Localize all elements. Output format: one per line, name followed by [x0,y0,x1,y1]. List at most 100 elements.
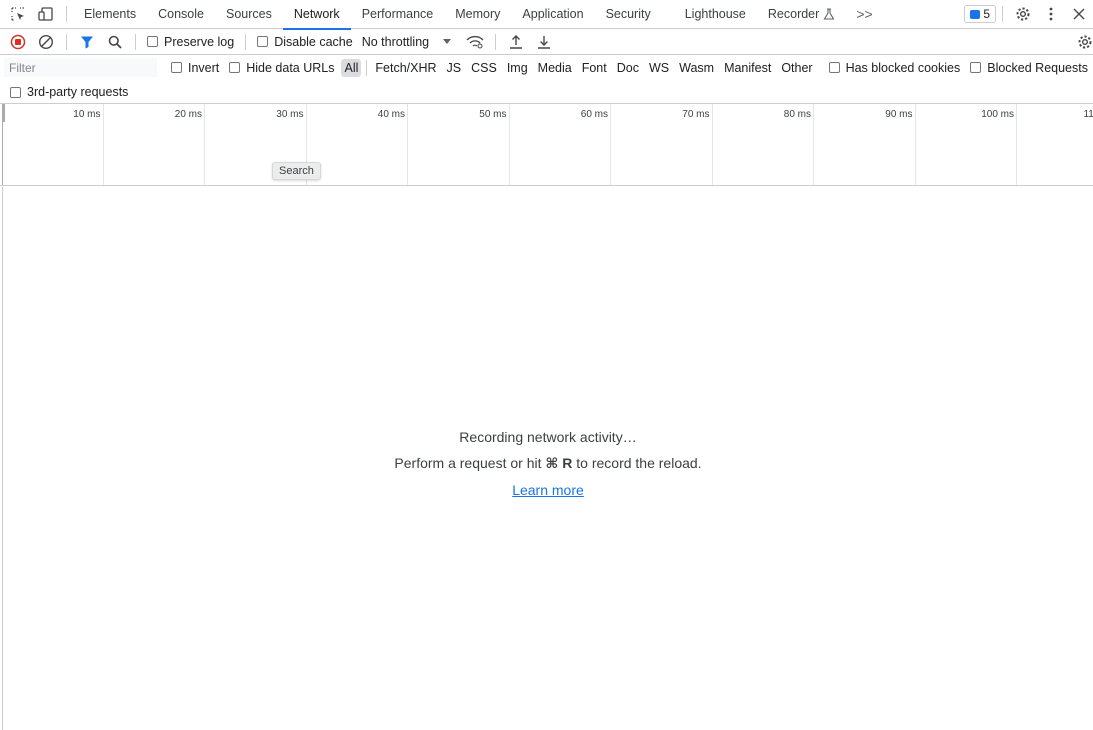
throttling-value: No throttling [361,34,430,49]
type-filter-wasm[interactable]: Wasm [676,59,717,77]
separator [1002,6,1003,22]
tick-label: 90 ms [885,109,913,120]
recording-message: Recording network activity… [459,429,637,445]
export-har-icon[interactable] [530,29,558,55]
tab-network[interactable]: Network [282,0,351,30]
network-toolbar: Preserve log Disable cache No throttling [0,29,1093,55]
search-icon[interactable] [101,29,129,55]
disable-cache-checkbox[interactable]: Disable cache [252,35,358,49]
checkbox-box[interactable] [170,62,182,73]
separator [245,33,247,50]
tab-label: Network [293,7,340,21]
timeline-tick: 70 ms [611,104,713,185]
tab-label: Console [158,7,204,21]
filter-placeholder: Filter [9,60,36,75]
type-filter-manifest[interactable]: Manifest [721,59,774,77]
device-toolbar-icon[interactable] [32,0,60,28]
has-blocked-cookies-checkbox[interactable]: Has blocked cookies [824,61,966,75]
experimental-flask-icon [823,8,835,20]
network-settings-gear-icon[interactable] [1071,29,1093,55]
blocked-requests-checkbox[interactable]: Blocked Requests [965,61,1093,75]
separator [66,33,67,50]
third-party-requests-checkbox[interactable]: 3rd-party requests [5,85,133,99]
checkbox-box[interactable] [147,36,158,47]
network-overview-timeline[interactable]: 10 ms 20 ms 30 ms 40 ms 50 ms 60 ms 70 ms 80 ms… [0,104,1093,186]
issues-icon [970,9,981,19]
timeline-tick: 60 ms [510,104,611,185]
type-filter-all[interactable]: All [341,58,362,77]
hide-data-urls-label: Hide data URLs [246,60,335,75]
tick-label: 80 ms [783,109,811,120]
checkbox-box[interactable] [828,62,840,73]
tick-label: 30 ms [276,109,304,120]
tab-performance[interactable]: Performance [351,0,445,29]
checkbox-box[interactable] [970,62,982,73]
tab-label: Memory [455,7,501,21]
reload-hint: Perform a request or hit ⌘ R to record t… [3,455,1093,472]
tick-label: 110 ms [1083,109,1093,120]
tab-security[interactable]: Security [595,0,662,29]
tick-label: 40 ms [377,109,405,120]
checkbox-box[interactable] [257,36,269,47]
preserve-log-label: Preserve log [164,34,235,49]
filter-bar: Filter Invert Hide data URLs All Fetch/XH… [0,55,1093,104]
issues-count: 5 [983,7,990,21]
preserve-log-checkbox[interactable]: Preserve log [142,35,239,49]
third-party-label: 3rd-party requests [27,85,129,99]
tick-label: 50 ms [479,109,507,120]
hide-data-urls-checkbox[interactable]: Hide data URLs [224,61,339,75]
timeline-tick: 90 ms [814,104,916,185]
type-filter-js[interactable]: JS [444,59,465,77]
tab-sources[interactable]: Sources [215,0,283,29]
type-filter-css[interactable]: CSS [468,59,500,77]
tab-label: Application [522,7,584,21]
more-tabs-chevron[interactable]: >> [846,6,882,22]
timeline-tick: 110 ms [1017,104,1093,185]
import-har-icon[interactable] [502,29,530,55]
tab-label: Elements [84,7,137,21]
tab-console[interactable]: Console [147,0,215,29]
tick-label: 20 ms [174,109,202,120]
checkbox-box[interactable] [10,86,21,98]
type-filter-font[interactable]: Font [579,59,610,77]
filter-input[interactable]: Filter [4,58,157,77]
settings-gear-icon[interactable] [1009,0,1037,28]
disable-cache-label: Disable cache [274,34,353,49]
network-conditions-icon[interactable] [461,29,489,55]
tab-elements[interactable]: Elements [73,0,147,29]
timeline-tick: 10 ms [2,104,104,185]
more-options-icon[interactable] [1037,0,1065,28]
timeline-tick: 50 ms [408,104,510,185]
search-tooltip: Search [272,162,321,180]
type-filter-doc[interactable]: Doc [614,59,642,77]
tab-lighthouse[interactable]: Lighthouse [674,0,757,29]
requests-panel: Recording network activity… Perform a re… [2,187,1093,730]
tab-memory[interactable]: Memory [444,0,511,29]
learn-more-link[interactable]: Learn more [512,482,584,498]
type-filter-img[interactable]: Img [504,59,531,77]
invert-checkbox[interactable]: Invert [166,61,224,75]
stop-recording-icon[interactable] [4,29,32,55]
tab-application[interactable]: Application [511,0,594,29]
inspect-element-icon[interactable] [4,0,32,28]
type-filter-ws[interactable]: WS [646,59,672,77]
type-filter-media[interactable]: Media [535,59,575,77]
checkbox-box[interactable] [229,62,241,73]
throttling-select[interactable]: No throttling [358,35,455,49]
timeline-tick: 80 ms [713,104,814,185]
tick-label: 100 ms [981,109,1014,120]
separator [495,33,497,50]
type-filter-other[interactable]: Other [778,59,815,77]
timeline-tick: 40 ms [307,104,408,185]
clear-icon[interactable] [32,29,60,55]
tick-label: 10 ms [73,109,101,120]
close-icon[interactable] [1065,0,1093,28]
type-filter-fetch-xhr[interactable]: Fetch/XHR [372,59,439,77]
tab-recorder[interactable]: Recorder [757,0,846,29]
filter-icon[interactable] [73,29,101,55]
issues-badge[interactable]: 5 [964,5,996,23]
hint-suffix: to record the reload. [572,455,702,471]
tick-label: 60 ms [580,109,608,120]
blocked-requests-label: Blocked Requests [987,60,1088,75]
has-blocked-cookies-label: Has blocked cookies [845,60,961,75]
